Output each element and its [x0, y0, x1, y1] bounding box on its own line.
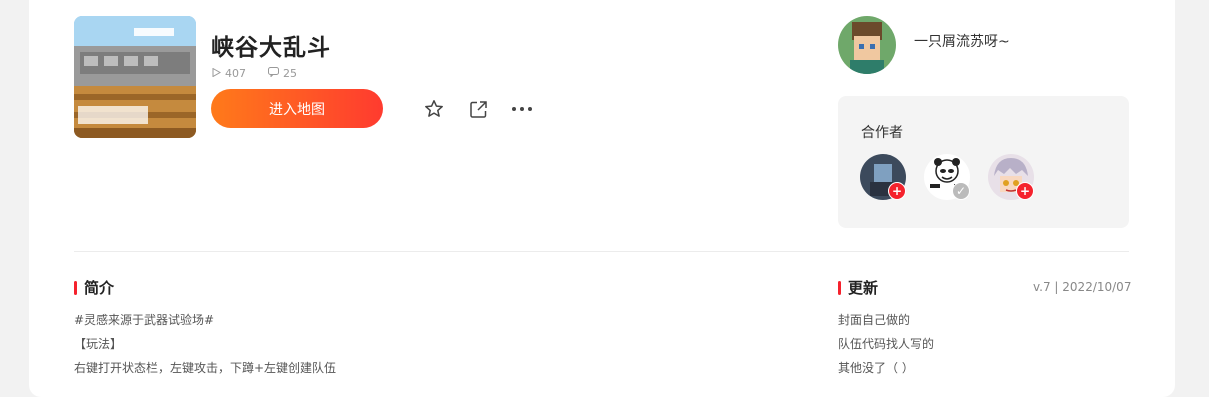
comment-icon: [268, 67, 279, 80]
add-badge-icon: +: [888, 182, 906, 200]
update-line: 其他没了（ ）: [838, 361, 914, 375]
favorite-star-icon[interactable]: [423, 98, 445, 120]
play-count: 407: [212, 67, 246, 80]
section-divider: [74, 251, 1129, 252]
comment-count: 25: [268, 67, 297, 80]
map-detail-card: 峡谷大乱斗 407 25 进入地图 一只屑流苏呀~ 合作者 + ✓ + 简介 #…: [29, 0, 1175, 397]
play-count-value: 407: [225, 67, 246, 80]
intro-line: 右键打开状态栏，左键攻击，下蹲+左键创建队伍: [74, 361, 337, 375]
section-bar-accent: [838, 280, 841, 295]
update-heading: 更新: [838, 277, 878, 298]
collaborator-avatar[interactable]: ✓: [924, 154, 970, 200]
update-version: v.7 | 2022/10/07: [1033, 280, 1132, 294]
more-dots-icon[interactable]: [511, 98, 533, 120]
collaborators-panel: 合作者 + ✓ +: [838, 96, 1129, 228]
play-icon: [212, 67, 222, 80]
intro-text: #灵感来源于武器试验场# 【玩法】 右键打开状态栏，左键攻击，下蹲+左键创建队伍: [74, 308, 336, 380]
author-avatar[interactable]: [838, 16, 896, 74]
map-cover-image[interactable]: [74, 16, 196, 138]
intro-title: 简介: [84, 279, 115, 297]
update-text: 封面自己做的 队伍代码找人写的 其他没了（ ）: [838, 308, 934, 380]
verified-check-icon: ✓: [952, 182, 970, 200]
map-stats: 407 25: [212, 67, 297, 80]
update-line: 队伍代码找人写的: [838, 337, 935, 351]
add-badge-icon: +: [1016, 182, 1034, 200]
collaborators-list: + ✓ +: [860, 154, 1034, 200]
map-actions: [423, 98, 533, 120]
intro-line: 【玩法】: [74, 337, 123, 351]
update-title: 更新: [848, 279, 879, 297]
intro-heading: 简介: [74, 277, 114, 298]
collaborator-avatar[interactable]: +: [988, 154, 1034, 200]
share-external-icon[interactable]: [467, 98, 489, 120]
enter-map-button[interactable]: 进入地图: [211, 89, 383, 128]
collaborators-title: 合作者: [861, 125, 903, 141]
author-info[interactable]: 一只屑流苏呀~: [838, 16, 1010, 74]
collaborator-avatar[interactable]: +: [860, 154, 906, 200]
comment-count-value: 25: [283, 67, 297, 80]
update-line: 封面自己做的: [838, 313, 911, 327]
map-title: 峡谷大乱斗: [211, 35, 331, 61]
author-name[interactable]: 一只屑流苏呀~: [914, 31, 1010, 51]
intro-line: #灵感来源于武器试验场#: [74, 313, 215, 327]
section-bar-accent: [74, 280, 77, 295]
